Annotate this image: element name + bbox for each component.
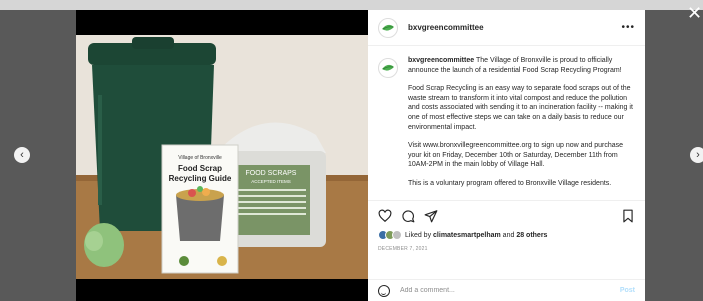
post-header: bxvgreencommittee •••: [368, 10, 645, 46]
booklet-line-3: Recycling Guide: [169, 174, 232, 183]
profile-avatar[interactable]: [378, 17, 398, 38]
likes-others-link[interactable]: 28 others: [516, 232, 547, 239]
booklet-line-2: Food Scrap: [178, 164, 222, 173]
close-icon[interactable]: ✕: [687, 4, 702, 22]
post-comment-button[interactable]: Post: [620, 287, 635, 294]
comment-icon[interactable]: [401, 209, 415, 223]
liker-avatars[interactable]: [378, 230, 402, 240]
post-side-panel: bxvgreencommittee ••• bxvgreencommittee …: [368, 10, 645, 301]
comment-input[interactable]: [400, 287, 620, 294]
likes-row: Liked by climatesmartpelham and 28 other…: [378, 229, 635, 241]
post-caption: bxvgreencommittee The Village of Bronxvi…: [408, 56, 635, 200]
post-photo: FOOD SCRAPS ACCEPTED ITEMS Village of Br…: [76, 35, 368, 279]
caption-username[interactable]: bxvgreencommittee: [408, 57, 474, 64]
bookmark-icon[interactable]: [621, 209, 635, 223]
post-actions: Liked by climatesmartpelham and 28 other…: [368, 200, 645, 279]
chevron-right-icon: ›: [696, 148, 700, 161]
liked-by-user[interactable]: climatesmartpelham: [433, 232, 501, 239]
post-media[interactable]: FOOD SCRAPS ACCEPTED ITEMS Village of Br…: [76, 10, 368, 301]
caption-paragraph-3: Visit www.bronxvillegreencommittee.org t…: [408, 142, 624, 169]
backdrop-top-strip: [0, 0, 703, 10]
comment-box: Post: [368, 279, 645, 301]
likes-summary: Liked by climatesmartpelham and 28 other…: [405, 232, 547, 239]
next-post-button[interactable]: ›: [690, 147, 703, 163]
booklet-line-1: Village of Bronxville: [178, 155, 222, 161]
share-icon[interactable]: [424, 209, 438, 223]
likes-prefix: Liked by: [405, 231, 434, 239]
likes-middle: and: [500, 231, 517, 239]
caption-paragraph-4: This is a voluntary program offered to B…: [408, 179, 612, 187]
previous-post-button[interactable]: ‹: [14, 147, 30, 163]
caption-paragraph-2: Food Scrap Recycling is an easy way to s…: [408, 85, 633, 131]
action-row: [378, 207, 635, 225]
chevron-left-icon: ‹: [20, 148, 24, 161]
liker-avatar: [392, 230, 402, 240]
heart-icon[interactable]: [378, 209, 392, 223]
header-username[interactable]: bxvgreencommittee: [408, 23, 621, 32]
leaf-logo-icon: [382, 24, 394, 31]
caption-avatar[interactable]: [378, 58, 398, 78]
bin-label-subtitle: ACCEPTED ITEMS: [251, 179, 291, 184]
leaf-logo-icon: [382, 64, 394, 71]
more-options-icon[interactable]: •••: [621, 22, 635, 33]
post-modal: FOOD SCRAPS ACCEPTED ITEMS Village of Br…: [76, 10, 645, 301]
emoji-icon[interactable]: [378, 284, 390, 297]
bin-label-title: FOOD SCRAPS: [246, 170, 297, 177]
caption-area[interactable]: bxvgreencommittee The Village of Bronxvi…: [368, 46, 645, 200]
post-date: DECEMBER 7, 2021: [378, 246, 428, 252]
